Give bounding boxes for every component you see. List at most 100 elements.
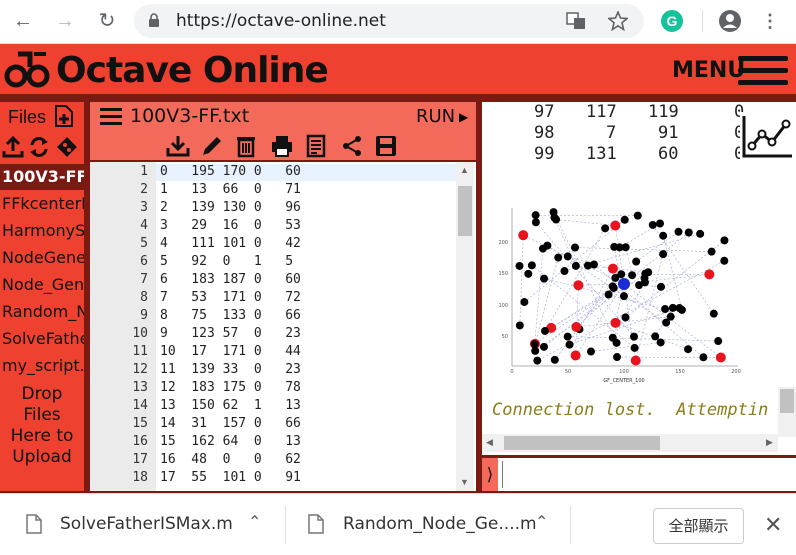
trash-icon[interactable] <box>234 134 258 158</box>
plot-node <box>696 229 705 238</box>
plot-edge <box>662 235 683 310</box>
back-arrow-icon[interactable]: ← <box>10 8 36 34</box>
file-item-harmony[interactable]: HarmonySearch.m <box>0 218 84 244</box>
download-item[interactable]: SolveFatherISMax.m ⌃ <box>0 504 282 546</box>
download-item[interactable]: Random_Node_Ge....m ⌃ <box>288 504 568 546</box>
node-plot: 200 150 100 50 0 50 100 150 200 GF_CENTE… <box>498 208 741 384</box>
document-icon[interactable] <box>304 134 328 158</box>
chevron-up-icon[interactable]: ⌃ <box>248 512 261 532</box>
output-cell: 119 <box>648 102 679 122</box>
editor-scroll-thumb[interactable] <box>458 186 472 236</box>
refresh-icon[interactable] <box>28 136 50 158</box>
file-icon <box>308 514 324 534</box>
code-line: 7 53 171 0 72 <box>160 290 301 305</box>
editor-scrollbar[interactable]: ▲ ▼ <box>456 162 474 491</box>
translate-icon[interactable] <box>566 12 586 30</box>
plot-node <box>540 274 549 283</box>
new-file-icon[interactable] <box>52 104 76 128</box>
prompt-icon: ⟩ <box>482 458 498 491</box>
scroll-right-icon[interactable]: ▶ <box>766 437 773 448</box>
plot-node <box>666 312 675 321</box>
plot-node <box>674 227 683 236</box>
plot-node <box>563 332 572 341</box>
file-item-solvefather[interactable]: SolveFatherISMax.m <box>0 326 84 352</box>
download-icon[interactable] <box>166 134 190 158</box>
line-number: 16 <box>132 434 148 449</box>
plot-node <box>571 261 580 270</box>
scroll-up-icon[interactable]: ▲ <box>460 165 469 175</box>
plot-edge <box>625 247 633 276</box>
file-item-FFkcenter[interactable]: FFkcenterMax.m <box>0 191 84 217</box>
console-output[interactable]: 97 117 119 0 98 7 91 0 99 131 60 0 200 1… <box>482 102 796 455</box>
address-bar[interactable]: https://octave-online.net <box>134 4 644 38</box>
console-hscrollbar[interactable]: ◀ ▶ <box>482 434 778 452</box>
output-cell: 91 <box>658 123 679 143</box>
code-line: 3 29 16 0 53 <box>160 218 301 233</box>
upload-icon[interactable] <box>2 136 24 158</box>
grammarly-letter: G <box>667 13 678 29</box>
editor-menu-icon[interactable] <box>100 108 122 126</box>
git-icon[interactable] <box>56 136 78 158</box>
line-number: 1 <box>140 164 148 179</box>
console-vscrollbar[interactable] <box>778 387 796 437</box>
code-line: 15 162 64 0 13 <box>160 434 301 449</box>
output-cell: 131 <box>586 144 617 164</box>
plot-icon[interactable] <box>740 112 796 160</box>
save-icon[interactable] <box>374 134 398 158</box>
account-icon[interactable] <box>718 9 742 33</box>
print-icon[interactable] <box>270 134 294 158</box>
code-editor[interactable]: 1 0 195 170 0 60 2 1 13 66 0 71 3 2 139 130 0… <box>90 162 476 491</box>
plot-node <box>684 345 693 354</box>
plot-node <box>565 340 574 349</box>
console-vscroll-thumb[interactable] <box>780 389 794 413</box>
code-line: 9 123 57 0 23 <box>160 326 301 341</box>
code-line: 5 92 0 1 5 <box>160 254 294 269</box>
close-icon[interactable]: ✕ <box>764 512 782 538</box>
menu-label[interactable]: MENU <box>672 58 745 83</box>
file-item-nodegenerator[interactable]: NodeGenerator.m <box>0 245 84 271</box>
line-number: 11 <box>132 344 148 359</box>
plot-node-red <box>630 355 641 366</box>
code-line: 17 55 101 0 91 <box>160 470 301 485</box>
drop-zone[interactable]: Drop Files Here to Upload <box>0 384 84 468</box>
plot-node <box>520 298 529 307</box>
file-item-my-script[interactable]: my_script.m <box>0 353 84 379</box>
pencil-icon[interactable] <box>200 134 224 158</box>
output-row: 91 <box>658 123 678 143</box>
console-hscroll-thumb[interactable] <box>504 436 660 450</box>
plot-node <box>583 261 592 270</box>
code-line: 2 139 130 0 96 <box>160 200 301 215</box>
plot-node-red <box>610 317 621 328</box>
forward-arrow-icon[interactable]: → <box>52 8 78 34</box>
y-tick-label: 150 <box>498 271 508 277</box>
scroll-down-icon[interactable]: ▼ <box>460 477 469 487</box>
plot-node <box>554 253 563 262</box>
line-number: 3 <box>140 200 148 215</box>
star-icon[interactable] <box>608 11 628 31</box>
grammarly-icon[interactable]: G <box>660 9 684 33</box>
run-button[interactable]: RUN <box>416 106 455 127</box>
more-vert-icon[interactable]: ⋮ <box>758 9 782 33</box>
plot-node <box>707 247 716 256</box>
logo-text[interactable]: Octave Online <box>56 50 329 91</box>
toolbar-divider <box>702 10 703 32</box>
plot-node-red <box>715 352 726 363</box>
scroll-left-icon[interactable]: ◀ <box>486 437 493 448</box>
show-all-button[interactable]: 全部顯示 <box>653 508 744 544</box>
chevron-up-icon[interactable]: ⌃ <box>535 512 548 532</box>
file-item-random-node[interactable]: Random_Node_Gen.m <box>0 299 84 325</box>
plot-edge <box>635 231 679 262</box>
command-input[interactable] <box>502 461 792 488</box>
plot-node <box>628 271 637 280</box>
file-item-100V3-FF[interactable]: 100V3-FF.txt <box>0 164 84 190</box>
reload-icon[interactable]: ↻ <box>94 8 120 34</box>
hamburger-menu-icon[interactable] <box>738 56 788 86</box>
file-item-node-generator[interactable]: Node_Generator.m <box>0 272 84 298</box>
run-arrow-icon[interactable]: ▶ <box>459 110 468 124</box>
plot-edge <box>612 282 646 338</box>
code-line: 0 195 170 0 60 <box>160 164 301 179</box>
plot-node <box>617 270 626 279</box>
plot-node <box>620 215 629 224</box>
share-icon[interactable] <box>340 134 364 158</box>
plot-node <box>530 340 539 349</box>
